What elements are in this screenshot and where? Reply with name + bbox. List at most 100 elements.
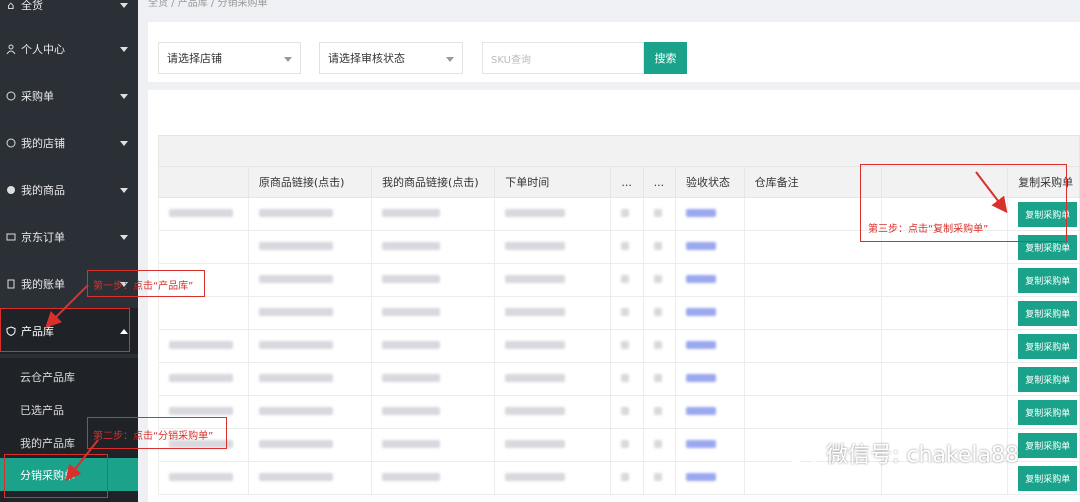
copy-purchase-order-button[interactable]: 复制采购单 bbox=[1018, 432, 1078, 458]
table-cell bbox=[610, 461, 644, 495]
sidebar-item-profile[interactable]: 个人中心 bbox=[0, 26, 138, 72]
copy-purchase-order-button[interactable]: 复制采购单 bbox=[1018, 333, 1078, 359]
table-cell bbox=[494, 263, 612, 297]
order-icon bbox=[6, 232, 16, 242]
blurred-text bbox=[685, 274, 716, 283]
store-select[interactable]: 请选择店铺 bbox=[158, 42, 301, 74]
chevron-down-icon bbox=[120, 94, 128, 99]
table-cell bbox=[158, 362, 249, 396]
table-cell bbox=[610, 395, 644, 429]
sku-placeholder: SKU查询 bbox=[491, 54, 531, 66]
copy-purchase-order-button[interactable]: 复制采购单 bbox=[1018, 267, 1078, 293]
blurred-text bbox=[382, 439, 441, 448]
blurred-text bbox=[258, 340, 333, 349]
blurred-text bbox=[382, 307, 441, 316]
sub-item-label: 云仓产品库 bbox=[20, 370, 75, 384]
blurred-text bbox=[621, 472, 630, 481]
table-cell bbox=[610, 296, 644, 330]
table-cell bbox=[247, 263, 373, 297]
copy-purchase-order-button[interactable]: 复制采购单 bbox=[1018, 300, 1078, 326]
blurred-text bbox=[621, 274, 630, 283]
chevron-down-icon bbox=[120, 188, 128, 193]
blurred-text bbox=[685, 208, 716, 217]
sidebar-item-label: 我的账单 bbox=[21, 278, 65, 291]
shop-icon bbox=[6, 138, 16, 148]
copy-purchase-order-button[interactable]: 复制采购单 bbox=[1018, 366, 1078, 392]
blurred-text bbox=[382, 406, 441, 415]
sidebar-item-label: 个人中心 bbox=[21, 43, 65, 56]
col-header-ellipsis: ... bbox=[642, 166, 676, 198]
sidebar-item-goods[interactable]: 我的商品 bbox=[0, 167, 138, 213]
sidebar-item-label: 我的商品 bbox=[21, 184, 65, 197]
table-cell bbox=[494, 329, 612, 363]
table-cell bbox=[642, 263, 676, 297]
table-cell bbox=[610, 428, 644, 462]
copy-purchase-order-button[interactable]: 复制采购单 bbox=[1018, 465, 1078, 491]
breadcrumb: 全货 / 产品库 / 分销采购单 bbox=[148, 0, 268, 9]
table-cell bbox=[158, 197, 249, 231]
table-cell bbox=[371, 263, 496, 297]
annotation-distribution-box bbox=[4, 454, 108, 498]
annotation-step1-text: 第一步：点击“产品库” bbox=[93, 281, 194, 292]
table-row: 复制采购单 bbox=[158, 329, 1080, 363]
sku-search-input[interactable]: SKU查询 bbox=[482, 42, 644, 74]
table-row: 复制采购单 bbox=[158, 263, 1080, 297]
blurred-text bbox=[621, 406, 630, 415]
copy-purchase-order-button[interactable]: 复制采购单 bbox=[1018, 399, 1078, 425]
table-row: 复制采购单 bbox=[158, 362, 1080, 396]
col-header-acceptance: 验收状态 bbox=[674, 166, 745, 198]
sub-item-label: 我的产品库 bbox=[20, 436, 75, 450]
table-cell bbox=[674, 263, 745, 297]
sidebar-item-label: 我的店铺 bbox=[21, 137, 65, 150]
table-cell bbox=[743, 362, 882, 396]
blurred-text bbox=[382, 472, 441, 481]
audit-status-select[interactable]: 请选择审核状态 bbox=[319, 42, 463, 74]
sidebar-item-purchase[interactable]: 采购单 bbox=[0, 73, 138, 119]
table-cell bbox=[743, 296, 882, 330]
blurred-text bbox=[685, 373, 716, 382]
table-cell bbox=[610, 197, 644, 231]
blurred-text bbox=[685, 307, 716, 316]
sidebar-item-label: 采购单 bbox=[21, 90, 54, 103]
wechat-logo-icon bbox=[782, 442, 817, 466]
sidebar-item-home[interactable]: ⌂ 全货 bbox=[0, 0, 138, 28]
search-button[interactable]: 搜索 bbox=[644, 42, 687, 74]
table-cell bbox=[158, 461, 249, 495]
table-cell bbox=[610, 329, 644, 363]
table-cell bbox=[247, 230, 373, 264]
sidebar-item-shop[interactable]: 我的店铺 bbox=[0, 120, 138, 166]
table-cell bbox=[494, 296, 612, 330]
blurred-text bbox=[382, 208, 441, 217]
table-cell bbox=[642, 362, 676, 396]
blurred-text bbox=[653, 241, 662, 250]
watermark-text: 微信号: chakela88 bbox=[826, 443, 1020, 468]
sidebar-item-label: 全货 bbox=[21, 0, 43, 12]
table-cell bbox=[247, 395, 373, 429]
table-cell bbox=[247, 197, 373, 231]
blurred-text bbox=[169, 208, 233, 217]
table-cell bbox=[494, 395, 612, 429]
blurred-text bbox=[505, 472, 566, 481]
blurred-text bbox=[382, 274, 441, 283]
blurred-text bbox=[169, 472, 233, 481]
blurred-text bbox=[169, 406, 233, 415]
chevron-down-icon bbox=[284, 57, 292, 62]
table-cell bbox=[642, 197, 676, 231]
sub-item-cloud-library[interactable]: 云仓产品库 bbox=[0, 360, 138, 393]
blurred-text bbox=[382, 241, 441, 250]
table-cell bbox=[642, 296, 676, 330]
chevron-down-icon bbox=[120, 235, 128, 240]
blurred-text bbox=[505, 340, 566, 349]
blurred-text bbox=[653, 373, 662, 382]
bill-icon bbox=[6, 279, 16, 289]
blurred-text bbox=[653, 406, 662, 415]
blurred-text bbox=[505, 373, 566, 382]
sidebar-item-jd-orders[interactable]: 京东订单 bbox=[0, 214, 138, 260]
table-cell bbox=[247, 362, 373, 396]
table-cell-action: 复制采购单 bbox=[1007, 329, 1080, 363]
table-cell-action: 复制采购单 bbox=[1007, 296, 1080, 330]
blurred-text bbox=[258, 373, 333, 382]
annotation-step2-text: 第二步：点击“分销采购单” bbox=[93, 431, 214, 442]
table-cell bbox=[371, 197, 496, 231]
blurred-text bbox=[258, 406, 333, 415]
